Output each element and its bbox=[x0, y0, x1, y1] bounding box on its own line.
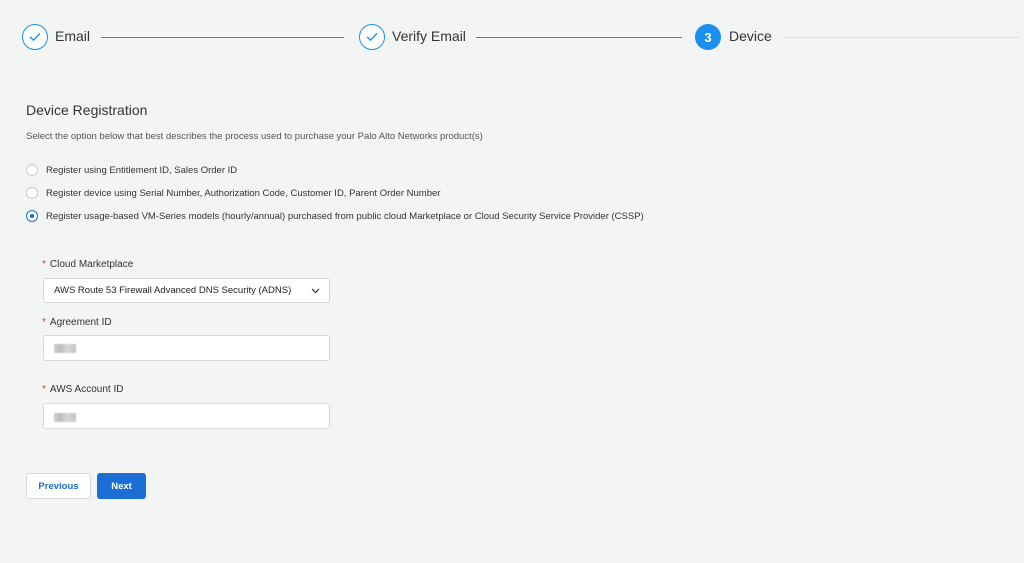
aws-account-id-label: * AWS Account ID bbox=[42, 384, 124, 395]
radio-option-entitlement[interactable]: Register using Entitlement ID, Sales Ord… bbox=[26, 164, 237, 176]
step-connector bbox=[783, 37, 1019, 38]
page-title: Device Registration bbox=[26, 102, 148, 118]
step-email-check-icon bbox=[22, 24, 48, 50]
section-description: Select the option below that best descri… bbox=[26, 131, 483, 142]
select-value: AWS Route 53 Firewall Advanced DNS Secur… bbox=[54, 285, 292, 296]
radio-button[interactable] bbox=[26, 187, 38, 199]
step-verify-email-label: Verify Email bbox=[392, 28, 466, 44]
agreement-id-input[interactable] bbox=[43, 335, 330, 361]
required-marker: * bbox=[42, 384, 46, 395]
radio-label: Register device using Serial Number, Aut… bbox=[46, 187, 441, 199]
chevron-down-icon bbox=[311, 286, 320, 296]
radio-label: Register using Entitlement ID, Sales Ord… bbox=[46, 164, 238, 176]
step-verify-email-check-icon bbox=[359, 24, 385, 50]
radio-button-selected[interactable] bbox=[26, 210, 38, 222]
required-marker: * bbox=[42, 259, 46, 270]
step-connector bbox=[476, 37, 682, 38]
cloud-marketplace-select[interactable]: AWS Route 53 Firewall Advanced DNS Secur… bbox=[43, 278, 330, 303]
step-device-number: 3 bbox=[695, 24, 721, 50]
step-connector bbox=[101, 37, 344, 38]
radio-button[interactable] bbox=[26, 164, 38, 176]
radio-option-usage-based[interactable]: Register usage-based VM-Series models (h… bbox=[26, 210, 644, 222]
agreement-id-label: * Agreement ID bbox=[42, 317, 112, 328]
aws-account-id-input[interactable] bbox=[43, 403, 330, 429]
progress-stepper: Email Verify Email 3 Device bbox=[0, 0, 1024, 74]
radio-option-serial-number[interactable]: Register device using Serial Number, Aut… bbox=[26, 187, 440, 199]
previous-button[interactable]: Previous bbox=[26, 473, 91, 499]
step-device-label: Device bbox=[729, 28, 772, 44]
redacted-value bbox=[54, 413, 76, 422]
step-email-label: Email bbox=[55, 28, 91, 44]
redacted-value bbox=[54, 344, 76, 353]
next-button[interactable]: Next bbox=[97, 473, 146, 499]
required-marker: * bbox=[42, 317, 46, 328]
radio-label: Register usage-based VM-Series models (h… bbox=[46, 210, 644, 222]
cloud-marketplace-label: * Cloud Marketplace bbox=[42, 259, 134, 270]
